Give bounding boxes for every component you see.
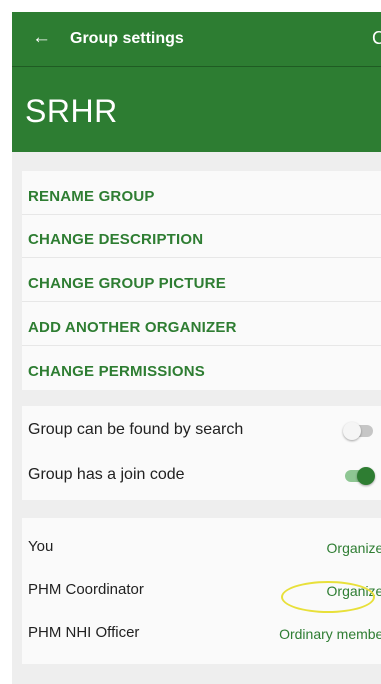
- toolbar-title: Group settings: [70, 30, 184, 47]
- divider: [22, 214, 381, 215]
- member-role: Ordinary member: [279, 626, 381, 642]
- app-toolbar: ← Group settings C: [12, 12, 381, 66]
- change-permissions-button[interactable]: CHANGE PERMISSIONS: [28, 362, 205, 382]
- group-header: SRHR: [12, 67, 381, 152]
- add-another-organizer-button[interactable]: ADD ANOTHER ORGANIZER: [28, 318, 237, 338]
- toggle-knob: [357, 467, 375, 485]
- group-name: SRHR: [25, 93, 118, 129]
- back-arrow-icon[interactable]: ←: [32, 26, 51, 50]
- join-code-toggle-label: Group has a join code: [28, 466, 185, 483]
- toggle-knob: [343, 422, 361, 440]
- app-screen: ← Group settings C SRHR RENAME GROUP CHA…: [12, 12, 381, 684]
- group-actions-card: RENAME GROUP CHANGE DESCRIPTION CHANGE G…: [22, 171, 381, 390]
- searchable-toggle-label: Group can be found by search: [28, 421, 244, 438]
- refresh-icon[interactable]: C: [372, 27, 381, 49]
- rename-group-button[interactable]: RENAME GROUP: [28, 187, 155, 207]
- highlight-circle-annotation: [281, 581, 375, 613]
- join-code-toggle-switch[interactable]: [345, 467, 375, 485]
- member-name[interactable]: PHM NHI Officer: [28, 623, 139, 643]
- divider: [22, 257, 381, 258]
- divider: [22, 345, 381, 346]
- change-description-button[interactable]: CHANGE DESCRIPTION: [28, 230, 203, 250]
- member-name[interactable]: You: [28, 537, 53, 557]
- group-toggles-card: Group can be found by search Group has a…: [22, 406, 381, 500]
- member-role: Organizer: [326, 540, 381, 556]
- change-group-picture-button[interactable]: CHANGE GROUP PICTURE: [28, 274, 226, 294]
- divider: [22, 301, 381, 302]
- member-name[interactable]: PHM Coordinator: [28, 580, 144, 600]
- searchable-toggle-switch[interactable]: [343, 422, 373, 440]
